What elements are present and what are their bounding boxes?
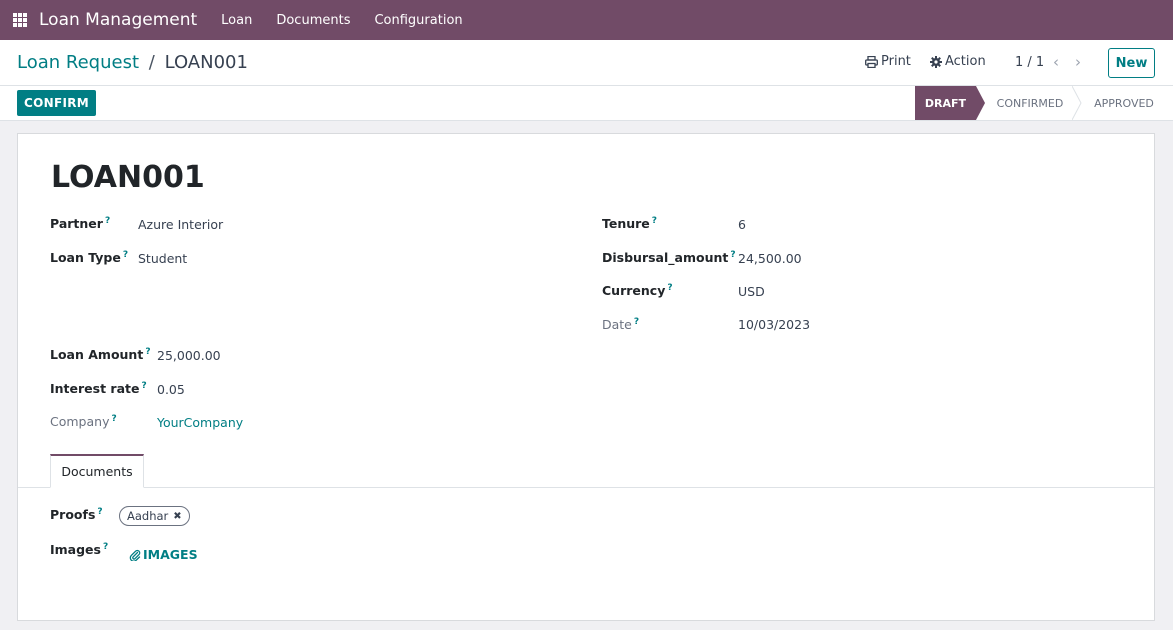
- print-button[interactable]: Print: [865, 54, 911, 69]
- tabs-divider: [18, 487, 1154, 488]
- disbursal-amount-field[interactable]: 24,500.00: [738, 251, 802, 266]
- chevron-left-icon[interactable]: ‹: [1053, 53, 1059, 71]
- menu-item-configuration[interactable]: Configuration: [374, 13, 462, 28]
- disbursal-amount-label: Disbursal_amount?: [602, 250, 736, 266]
- confirm-button[interactable]: CONFIRM: [17, 90, 96, 116]
- interest-rate-label: Interest rate?: [50, 381, 147, 397]
- help-icon[interactable]: ?: [97, 507, 102, 517]
- pager-value[interactable]: 1 / 1: [1015, 55, 1044, 70]
- proof-tag: Aadhar ✖: [119, 506, 190, 526]
- breadcrumb-separator: /: [148, 52, 155, 73]
- apps-grid-icon[interactable]: [13, 13, 27, 27]
- chevron-right-icon[interactable]: ›: [1075, 53, 1081, 71]
- menu-item-loan[interactable]: Loan: [221, 13, 252, 28]
- help-icon[interactable]: ?: [141, 381, 146, 391]
- partner-field[interactable]: Azure Interior: [138, 217, 223, 232]
- tenure-field[interactable]: 6: [738, 217, 746, 232]
- help-icon[interactable]: ?: [667, 283, 672, 293]
- stage-arrow-confirmed: [1072, 86, 1082, 120]
- loan-type-label: Loan Type?: [50, 250, 129, 266]
- help-icon[interactable]: ?: [652, 216, 657, 226]
- loan-amount-field[interactable]: 25,000.00: [157, 348, 221, 363]
- help-icon[interactable]: ?: [111, 414, 116, 424]
- stage-arrow-draft: [976, 86, 985, 120]
- printer-icon: [865, 55, 878, 68]
- company-label: Company?: [50, 414, 117, 430]
- print-label: Print: [881, 54, 911, 69]
- menu-item-documents[interactable]: Documents: [276, 13, 350, 28]
- stage-approved[interactable]: APPROVED: [1084, 86, 1164, 120]
- date-field[interactable]: 10/03/2023: [738, 317, 810, 332]
- help-icon[interactable]: ?: [634, 317, 639, 327]
- action-label: Action: [945, 54, 986, 69]
- help-icon[interactable]: ?: [123, 250, 128, 260]
- tenure-label: Tenure?: [602, 216, 658, 232]
- breadcrumb-parent-link[interactable]: Loan Request: [17, 52, 139, 73]
- help-icon[interactable]: ?: [145, 347, 150, 357]
- new-button[interactable]: New: [1108, 48, 1155, 78]
- stage-draft[interactable]: DRAFT: [915, 86, 976, 120]
- help-icon[interactable]: ?: [730, 250, 735, 260]
- help-icon[interactable]: ?: [103, 542, 108, 552]
- status-bar: CONFIRM DRAFT CONFIRMED APPROVED: [0, 86, 1173, 121]
- control-panel: Loan Request / LOAN001 Print Action 1 / …: [0, 40, 1173, 86]
- breadcrumb: Loan Request / LOAN001: [17, 52, 248, 73]
- breadcrumb-current: LOAN001: [164, 52, 248, 73]
- loan-type-field[interactable]: Student: [138, 251, 187, 266]
- company-link[interactable]: YourCompany: [157, 415, 243, 430]
- tab-documents[interactable]: Documents: [50, 454, 144, 488]
- images-button-label: IMAGES: [143, 547, 198, 562]
- upload-images-button[interactable]: IMAGES: [129, 547, 198, 562]
- currency-field[interactable]: USD: [738, 284, 765, 299]
- currency-label: Currency?: [602, 283, 673, 299]
- top-navbar: Loan Management Loan Documents Configura…: [0, 0, 1173, 40]
- form-sheet: LOAN001 Partner? Azure Interior Loan Typ…: [17, 133, 1155, 621]
- partner-label: Partner?: [50, 216, 111, 232]
- record-title: LOAN001: [51, 160, 205, 195]
- images-label: Images?: [50, 542, 109, 558]
- proof-tag-label: Aadhar: [127, 509, 169, 523]
- loan-amount-label: Loan Amount?: [50, 347, 151, 363]
- app-name[interactable]: Loan Management: [39, 10, 197, 30]
- gear-icon: [930, 55, 942, 68]
- interest-rate-field[interactable]: 0.05: [157, 382, 185, 397]
- paperclip-icon: [129, 549, 141, 561]
- date-label: Date?: [602, 317, 640, 333]
- close-icon[interactable]: ✖: [173, 511, 181, 522]
- action-button[interactable]: Action: [930, 54, 986, 69]
- help-icon[interactable]: ?: [105, 216, 110, 226]
- stage-confirmed[interactable]: CONFIRMED: [988, 86, 1072, 120]
- proofs-label: Proofs?: [50, 507, 103, 523]
